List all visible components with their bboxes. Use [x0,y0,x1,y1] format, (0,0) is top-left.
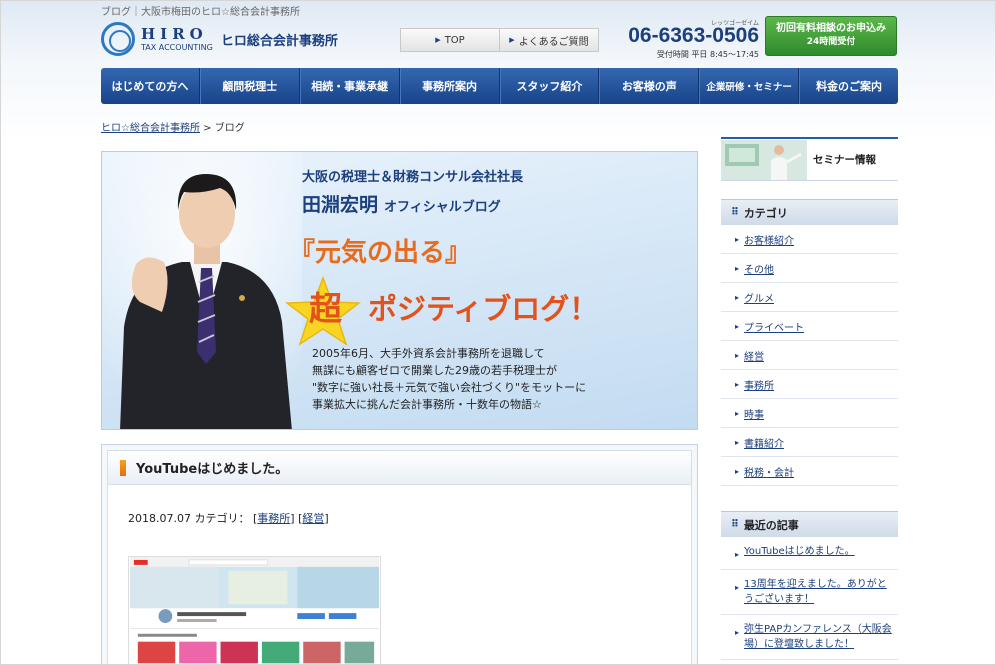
hero-name: 田淵宏明 オフィシャルブログ [302,190,501,217]
nav-item-first-time[interactable]: はじめての方へ [101,68,200,104]
article-category-link[interactable]: 事務所 [257,512,290,525]
nav-item-staff[interactable]: スタッフ紹介 [499,68,600,104]
article-title[interactable]: YouTubeはじめました。 [136,458,288,477]
recent-widget-title: ⠿ 最近の記事 [721,511,898,537]
triangle-right-icon: ▶ [509,36,515,44]
list-item: 時事 [721,399,898,428]
logo-main-text: HIRO [141,24,208,43]
list-item: 事務所 [721,370,898,399]
category-link[interactable]: 事務所 [744,377,774,392]
hero-cho: 超 [309,289,342,328]
list-item: プライベート [721,312,898,341]
category-link[interactable]: 書籍紹介 [744,435,784,450]
article-category-link[interactable]: 経営 [302,512,324,525]
category-link[interactable]: その他 [744,261,774,276]
grid-dots-icon: ⠿ [731,207,739,218]
header-links: ▶ TOP ▶ よくあるご質問 [400,28,599,52]
blog-article: YouTubeはじめました。 2018.07.07 カテゴリ： [事務所] [経… [101,444,698,665]
logo-jp-text: ヒロ総合会計事務所 [220,33,338,49]
author-photo [102,152,302,429]
nav-item-advisor[interactable]: 顧問税理士 [199,68,300,104]
category-link[interactable]: 経営 [744,348,764,363]
phone-hours: 受付時間 平日 8:45〜17:45 [656,50,759,59]
recent-post-link[interactable]: 13周年を迎えました。ありがとうございます！ [744,577,892,607]
hero-desc-line: 事業拡大に挑んだ会計事務所・十数年の物語☆ [312,398,542,411]
page-frame: ブログ｜大阪市梅田のヒロ☆総合会計事務所 HIRO TAX ACCOUNTING… [0,0,996,665]
recent-posts-widget: ⠿ 最近の記事 YouTubeはじめました。 13周年を迎えました。ありがとうご… [721,511,898,660]
cta-line2: 24時間受付 [806,36,856,47]
list-item: 経営 [721,341,898,370]
recent-list: YouTubeはじめました。 13周年を迎えました。ありがとうございます！ 弥生… [721,537,898,660]
nav-item-voices[interactable]: お客様の声 [599,68,700,104]
phone-block: レッツゴーゼイム 06-6363-0506 受付時間 平日 8:45〜17:45 [619,18,759,60]
article-category-label: カテゴリ： [194,512,250,525]
seminar-photo [721,139,807,180]
hero-author-name: 田淵宏明 [302,194,379,216]
phone-number[interactable]: 06-6363-0506 [619,25,759,46]
faq-link[interactable]: ▶ よくあるご質問 [500,29,598,51]
nav-item-inheritance[interactable]: 相続・事業承継 [299,68,400,104]
recent-post-link[interactable]: YouTubeはじめました。 [744,544,855,559]
list-item: 弥生PAPカンファレンス（大阪会場）に登壇致しました！ [721,615,898,660]
youtube-screenshot-image[interactable] [128,556,381,665]
breadcrumb-separator: > [203,123,212,134]
grid-dots-icon: ⠿ [731,519,739,530]
recent-title-text: 最近の記事 [743,518,799,532]
faq-link-label: よくあるご質問 [518,36,589,48]
blog-hero-banner: 大阪の税理士＆財務コンサル会社社長 田淵宏明 オフィシャルブログ 『元気の出る』 … [101,151,698,430]
triangle-right-icon: ▶ [435,36,441,44]
nav-item-pricing[interactable]: 料金のご案内 [799,68,898,104]
category-link[interactable]: 税務・会計 [744,464,794,479]
article-date: 2018.07.07 [128,512,191,525]
hero-desc-line: 無謀にも顧客ゼロで開業した29歳の若手税理士が [312,364,557,377]
breadcrumb: ヒロ☆総合会計事務所 > ブログ [101,119,245,134]
category-widget: ⠿ カテゴリ お客様紹介 その他 グルメ プライベート 経営 事務所 時事 書籍… [721,199,898,486]
nav-item-seminar[interactable]: 企業研修・セミナー [699,68,800,104]
global-nav: はじめての方へ 顧問税理士 相続・事業承継 事務所案内 スタッフ紹介 お客様の声… [101,68,898,104]
hero-genki: 『元気の出る』 [289,238,472,268]
hero-description: 2005年6月、大手外資系会計事務所を退職して 無謀にも顧客ゼロで開業した29歳… [312,345,586,413]
title-marker-icon [120,459,126,476]
list-item: YouTubeはじめました。 [721,537,898,570]
category-list: お客様紹介 その他 グルメ プライベート 経営 事務所 時事 書籍紹介 税務・会… [721,225,898,486]
top-link-label: TOP [444,34,465,46]
list-item: 13周年を迎えました。ありがとうございます！ [721,570,898,615]
breadcrumb-home[interactable]: ヒロ☆総合会計事務所 [101,123,200,134]
category-link[interactable]: プライベート [744,319,804,334]
article-header: YouTubeはじめました。 [108,451,691,485]
article-meta: 2018.07.07 カテゴリ： [事務所] [経営] [128,512,329,525]
category-title-text: カテゴリ [743,206,788,220]
hero-desc-line: 2005年6月、大手外資系会計事務所を退職して [312,347,545,360]
list-item: 税務・会計 [721,457,898,486]
hero-desc-line: "数字に強い社長＋元気で強い会社づくり"をモットーに [312,381,587,394]
recent-post-link[interactable]: 弥生PAPカンファレンス（大阪会場）に登壇致しました！ [744,622,892,652]
list-item: グルメ [721,283,898,312]
category-link[interactable]: グルメ [744,290,774,305]
logo-sub-text: TAX ACCOUNTING [141,42,213,52]
category-link[interactable]: 時事 [744,406,764,421]
logo-mark-icon [101,22,135,56]
phone-ruby: レッツゴーゼイム [711,20,759,27]
breadcrumb-current: ブログ [214,123,245,134]
site-tagline: ブログ｜大阪市梅田のヒロ☆総合会計事務所 [101,7,300,18]
category-link[interactable]: お客様紹介 [744,232,794,247]
list-item: その他 [721,254,898,283]
nav-item-office[interactable]: 事務所案内 [399,68,500,104]
cta-line1: 初回有料相談のお申込み [776,23,886,34]
top-link[interactable]: ▶ TOP [401,29,500,51]
consultation-button[interactable]: 初回有料相談のお申込み 24時間受付 [765,16,897,56]
site-logo[interactable]: HIRO TAX ACCOUNTING ヒロ総合会計事務所 [101,21,338,57]
category-widget-title: ⠿ カテゴリ [721,199,898,225]
hero-positive: ポジティブログ！ [368,292,599,326]
list-item: 書籍紹介 [721,428,898,457]
seminar-label: セミナー情報 [813,154,876,166]
seminar-banner[interactable]: セミナー情報 [721,137,898,181]
hero-name-suffix: オフィシャルブログ [384,200,501,215]
hero-subtitle: 大阪の税理士＆財務コンサル会社社長 [302,170,524,185]
list-item: お客様紹介 [721,225,898,254]
